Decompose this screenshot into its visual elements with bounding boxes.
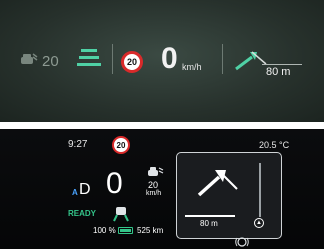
ready-indicator: READY bbox=[68, 209, 97, 218]
lane-assist-icon bbox=[113, 207, 129, 222]
hud-speed: 0 bbox=[161, 42, 178, 75]
separator bbox=[0, 122, 324, 129]
acc-car-icon bbox=[148, 167, 164, 176]
vehicle-position-icon: ▲ bbox=[254, 218, 264, 228]
brake-warning-icon bbox=[235, 237, 249, 247]
instrument-cluster: 9:27 20 20.5 °C A D 0 20 km/h READY 100 … bbox=[0, 129, 324, 249]
route-progress-track bbox=[259, 163, 261, 217]
acc-set-speed: 20 bbox=[42, 53, 59, 70]
speed-limit-sign: 20 bbox=[112, 136, 130, 154]
clock: 9:27 bbox=[68, 139, 88, 150]
hud-speed-unit: km/h bbox=[182, 62, 202, 72]
hud-nav-distance-line bbox=[262, 64, 302, 65]
speedometer: 0 bbox=[106, 167, 123, 200]
hud-speed-limit-sign: 20 bbox=[121, 51, 143, 73]
acc-speed-unit: km/h bbox=[146, 190, 162, 197]
hud-nav-distance: 80 m bbox=[266, 66, 291, 78]
hud-divider-left bbox=[112, 44, 113, 74]
hud-turn-arrow-icon bbox=[235, 51, 267, 71]
range: 525 km bbox=[137, 226, 164, 235]
head-up-display: 20 20 0 km/h 80 m bbox=[0, 0, 324, 122]
battery-percent: 100 % bbox=[93, 226, 116, 235]
nav-distance: 80 m bbox=[200, 219, 218, 228]
acc-set-speed: 20 bbox=[148, 180, 159, 190]
battery-icon bbox=[118, 227, 133, 234]
adaptive-cruise-icon bbox=[21, 53, 38, 64]
turn-arrow-icon bbox=[197, 170, 238, 197]
navigation-panel: 80 m ▲ bbox=[176, 152, 282, 239]
gear-auto-label: A bbox=[72, 188, 78, 197]
hud-divider-right bbox=[222, 44, 223, 74]
outside-temperature: 20.5 °C bbox=[259, 140, 290, 150]
lane-keep-icon bbox=[77, 49, 101, 66]
nav-distance-line bbox=[185, 215, 235, 217]
gear-indicator: D bbox=[79, 181, 91, 198]
battery-fill bbox=[120, 229, 131, 232]
